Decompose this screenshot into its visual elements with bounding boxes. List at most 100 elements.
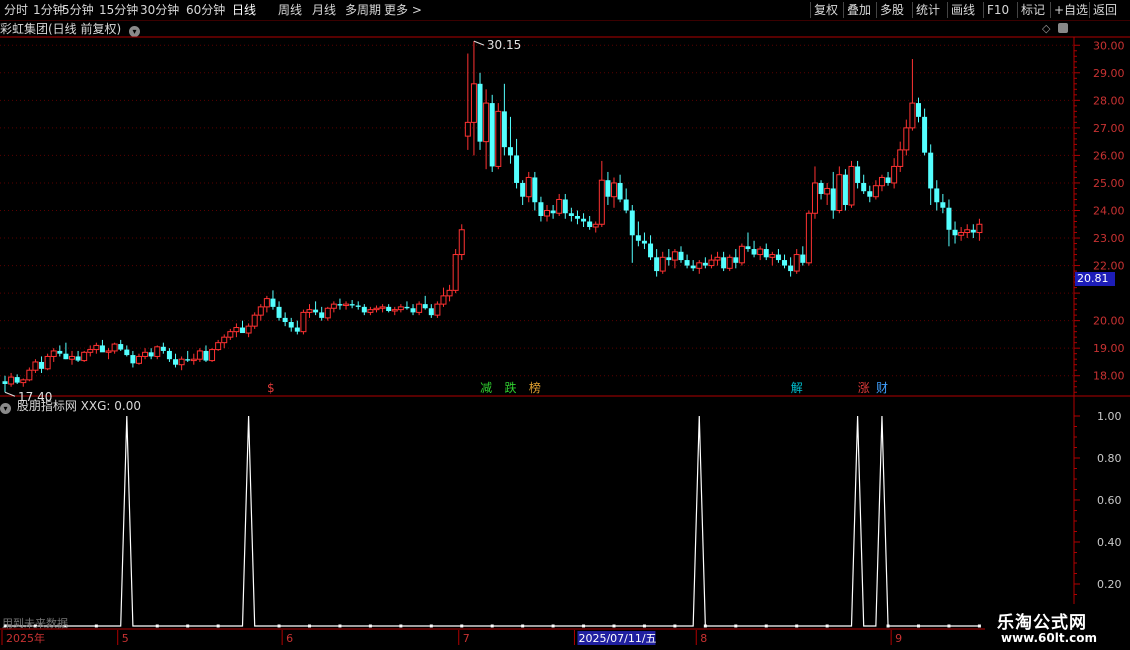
candle-body <box>811 182 818 214</box>
candle-body <box>154 346 161 357</box>
candle-body <box>836 174 843 211</box>
candle-body <box>361 306 367 313</box>
indicator-title: 股朋指标网 XXG: 0.00 <box>16 399 141 413</box>
indicator-dot <box>429 624 433 628</box>
price-tick-label: 22.00 <box>1093 260 1125 273</box>
indicator-dot <box>917 624 920 628</box>
candle-body <box>470 83 477 123</box>
candle-body <box>769 254 776 258</box>
candle-body <box>562 199 568 214</box>
price-tick-label: 28.00 <box>1093 94 1125 107</box>
candle-body <box>671 251 678 261</box>
candle-body <box>629 210 635 236</box>
candle-body <box>32 361 39 371</box>
event-tag-5[interactable]: 涨 <box>858 380 870 395</box>
indicator-dot <box>308 624 311 628</box>
candle-body <box>751 249 757 255</box>
candle-body <box>702 262 708 266</box>
candle-body <box>872 185 879 198</box>
indicator-dot <box>399 624 403 628</box>
candle-body <box>282 317 288 323</box>
candle-body <box>964 229 971 234</box>
candle-body <box>520 182 526 197</box>
candle-body <box>891 165 898 184</box>
candle-body <box>300 311 307 333</box>
candle-body <box>270 298 276 307</box>
candle-body <box>489 103 495 167</box>
event-tag-4[interactable]: 解 <box>791 381 803 395</box>
candle-body <box>507 147 513 156</box>
candle-body <box>928 152 934 189</box>
price-tick-label: 23.00 <box>1093 232 1125 245</box>
x-axis-label: 6 <box>286 632 293 645</box>
indicator-header: ▾ 股朋指标网 XXG: 0.00 <box>0 398 141 414</box>
candle-body <box>922 116 928 153</box>
candle-body <box>196 350 203 360</box>
price-tick-label: 19.00 <box>1093 342 1125 355</box>
candle-body <box>830 188 836 211</box>
candle-body <box>81 351 88 362</box>
indicator-dot <box>216 624 220 628</box>
candle-body <box>63 353 69 360</box>
candle-body <box>684 260 690 266</box>
candle-body <box>118 344 124 350</box>
candle-body <box>495 110 502 167</box>
high-pointer <box>473 40 485 46</box>
candle-body <box>568 213 574 216</box>
candle-body <box>690 265 696 269</box>
candle-body <box>313 309 319 313</box>
candle-body <box>958 232 965 236</box>
candle-body <box>44 355 51 370</box>
price-tick-label: 18.00 <box>1093 370 1125 383</box>
chevron-down-icon[interactable]: ▾ <box>0 403 11 414</box>
watermark: 乐淘公式网 www.60lt.com <box>985 604 1130 650</box>
candle-body <box>397 306 404 311</box>
event-tag-6[interactable]: 财 <box>876 381 888 395</box>
candle-body <box>50 350 57 357</box>
candle-body <box>721 257 727 269</box>
candle-body <box>605 180 611 197</box>
candle-body <box>598 179 605 225</box>
candle-body <box>556 198 563 214</box>
candle-body <box>124 349 130 356</box>
high-price-label: 30.15 <box>487 38 521 52</box>
candle-body <box>916 103 921 117</box>
indicator-dot <box>551 624 555 628</box>
candle-body <box>251 314 258 327</box>
candlestick-chart[interactable]: 30.00 29.00 28.00 27.00 26.00 25.00 24.00 23.00… <box>0 0 1130 650</box>
candle-body <box>135 355 142 364</box>
candle-body <box>678 251 684 261</box>
candle-body <box>111 343 118 352</box>
candle-body <box>324 307 331 319</box>
candle-body <box>745 246 751 250</box>
candle-body <box>763 249 769 258</box>
price-tick-label: 20.00 <box>1093 315 1125 328</box>
candle-body <box>775 254 781 261</box>
x-axis-label: 2025/07/11/五 <box>578 632 656 645</box>
indicator-dot <box>886 624 890 628</box>
candle-body <box>617 182 623 200</box>
candle-body <box>379 306 386 309</box>
candle-body <box>855 166 861 183</box>
candle-body <box>842 174 848 205</box>
candle-body <box>440 295 447 305</box>
event-tag-0[interactable]: $ <box>267 381 275 395</box>
candle-body <box>446 289 453 297</box>
candle-body <box>330 303 337 309</box>
indicator-dot <box>642 624 646 628</box>
indicator-dot <box>582 624 586 628</box>
candle-body <box>257 306 264 316</box>
candle-body <box>659 256 666 272</box>
candle-body <box>160 346 166 351</box>
event-tag-3[interactable]: 榜 <box>529 380 541 395</box>
price-tick-label: 29.00 <box>1093 67 1125 80</box>
candle-body <box>14 377 20 383</box>
candle-body <box>550 210 556 214</box>
event-tag-2[interactable]: 跌 <box>504 380 516 395</box>
candle-body <box>514 155 520 183</box>
candle-body <box>8 376 15 385</box>
candle-body <box>581 218 587 222</box>
event-tag-1[interactable]: 减 <box>480 381 492 395</box>
candle-body <box>166 350 172 360</box>
candle-body <box>263 298 270 308</box>
